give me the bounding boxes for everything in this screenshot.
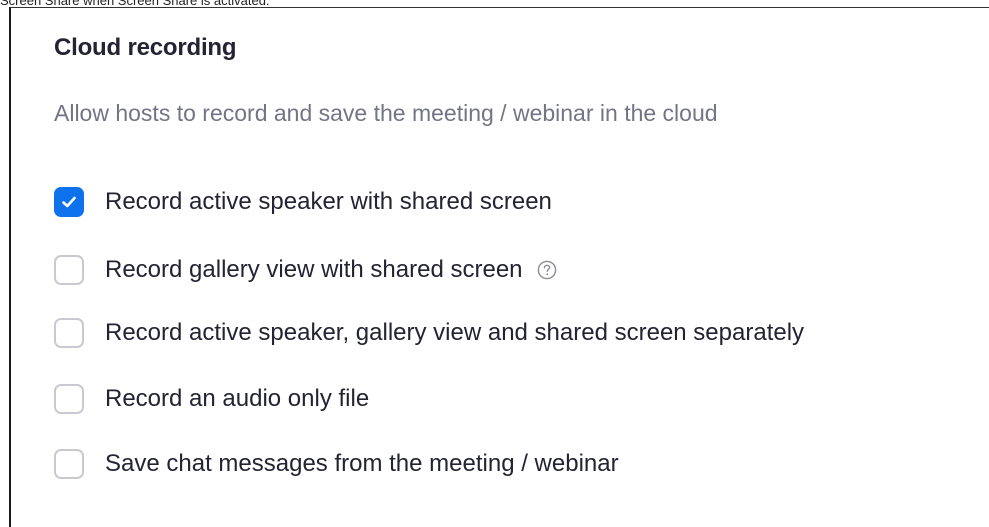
checkbox-unchecked[interactable] bbox=[54, 449, 84, 479]
checkmark-icon bbox=[62, 196, 76, 208]
section-title: Cloud recording bbox=[54, 34, 237, 61]
option-label: Record an audio only file bbox=[105, 385, 370, 412]
option-label: Record active speaker with shared screen bbox=[105, 188, 552, 215]
checkbox-unchecked[interactable] bbox=[54, 384, 84, 414]
checkbox-unchecked[interactable] bbox=[54, 318, 84, 348]
option-label: Save chat messages from the meeting / we… bbox=[105, 450, 619, 477]
option-label: Record gallery view with shared screen bbox=[105, 256, 523, 283]
option-save-chat-messages[interactable]: Save chat messages from the meeting / we… bbox=[54, 447, 619, 481]
option-record-separately[interactable]: Record active speaker, gallery view and … bbox=[54, 316, 804, 350]
checkbox-checked[interactable] bbox=[54, 187, 84, 217]
option-label: Record active speaker, gallery view and … bbox=[105, 319, 805, 346]
checkbox-unchecked[interactable] bbox=[54, 255, 84, 285]
option-record-audio-only[interactable]: Record an audio only file bbox=[54, 382, 369, 416]
help-icon[interactable] bbox=[537, 260, 557, 280]
option-record-gallery-view[interactable]: Record gallery view with shared screen bbox=[54, 253, 557, 287]
option-record-active-speaker[interactable]: Record active speaker with shared screen bbox=[54, 185, 552, 219]
section-description: Allow hosts to record and save the meeti… bbox=[54, 100, 718, 126]
